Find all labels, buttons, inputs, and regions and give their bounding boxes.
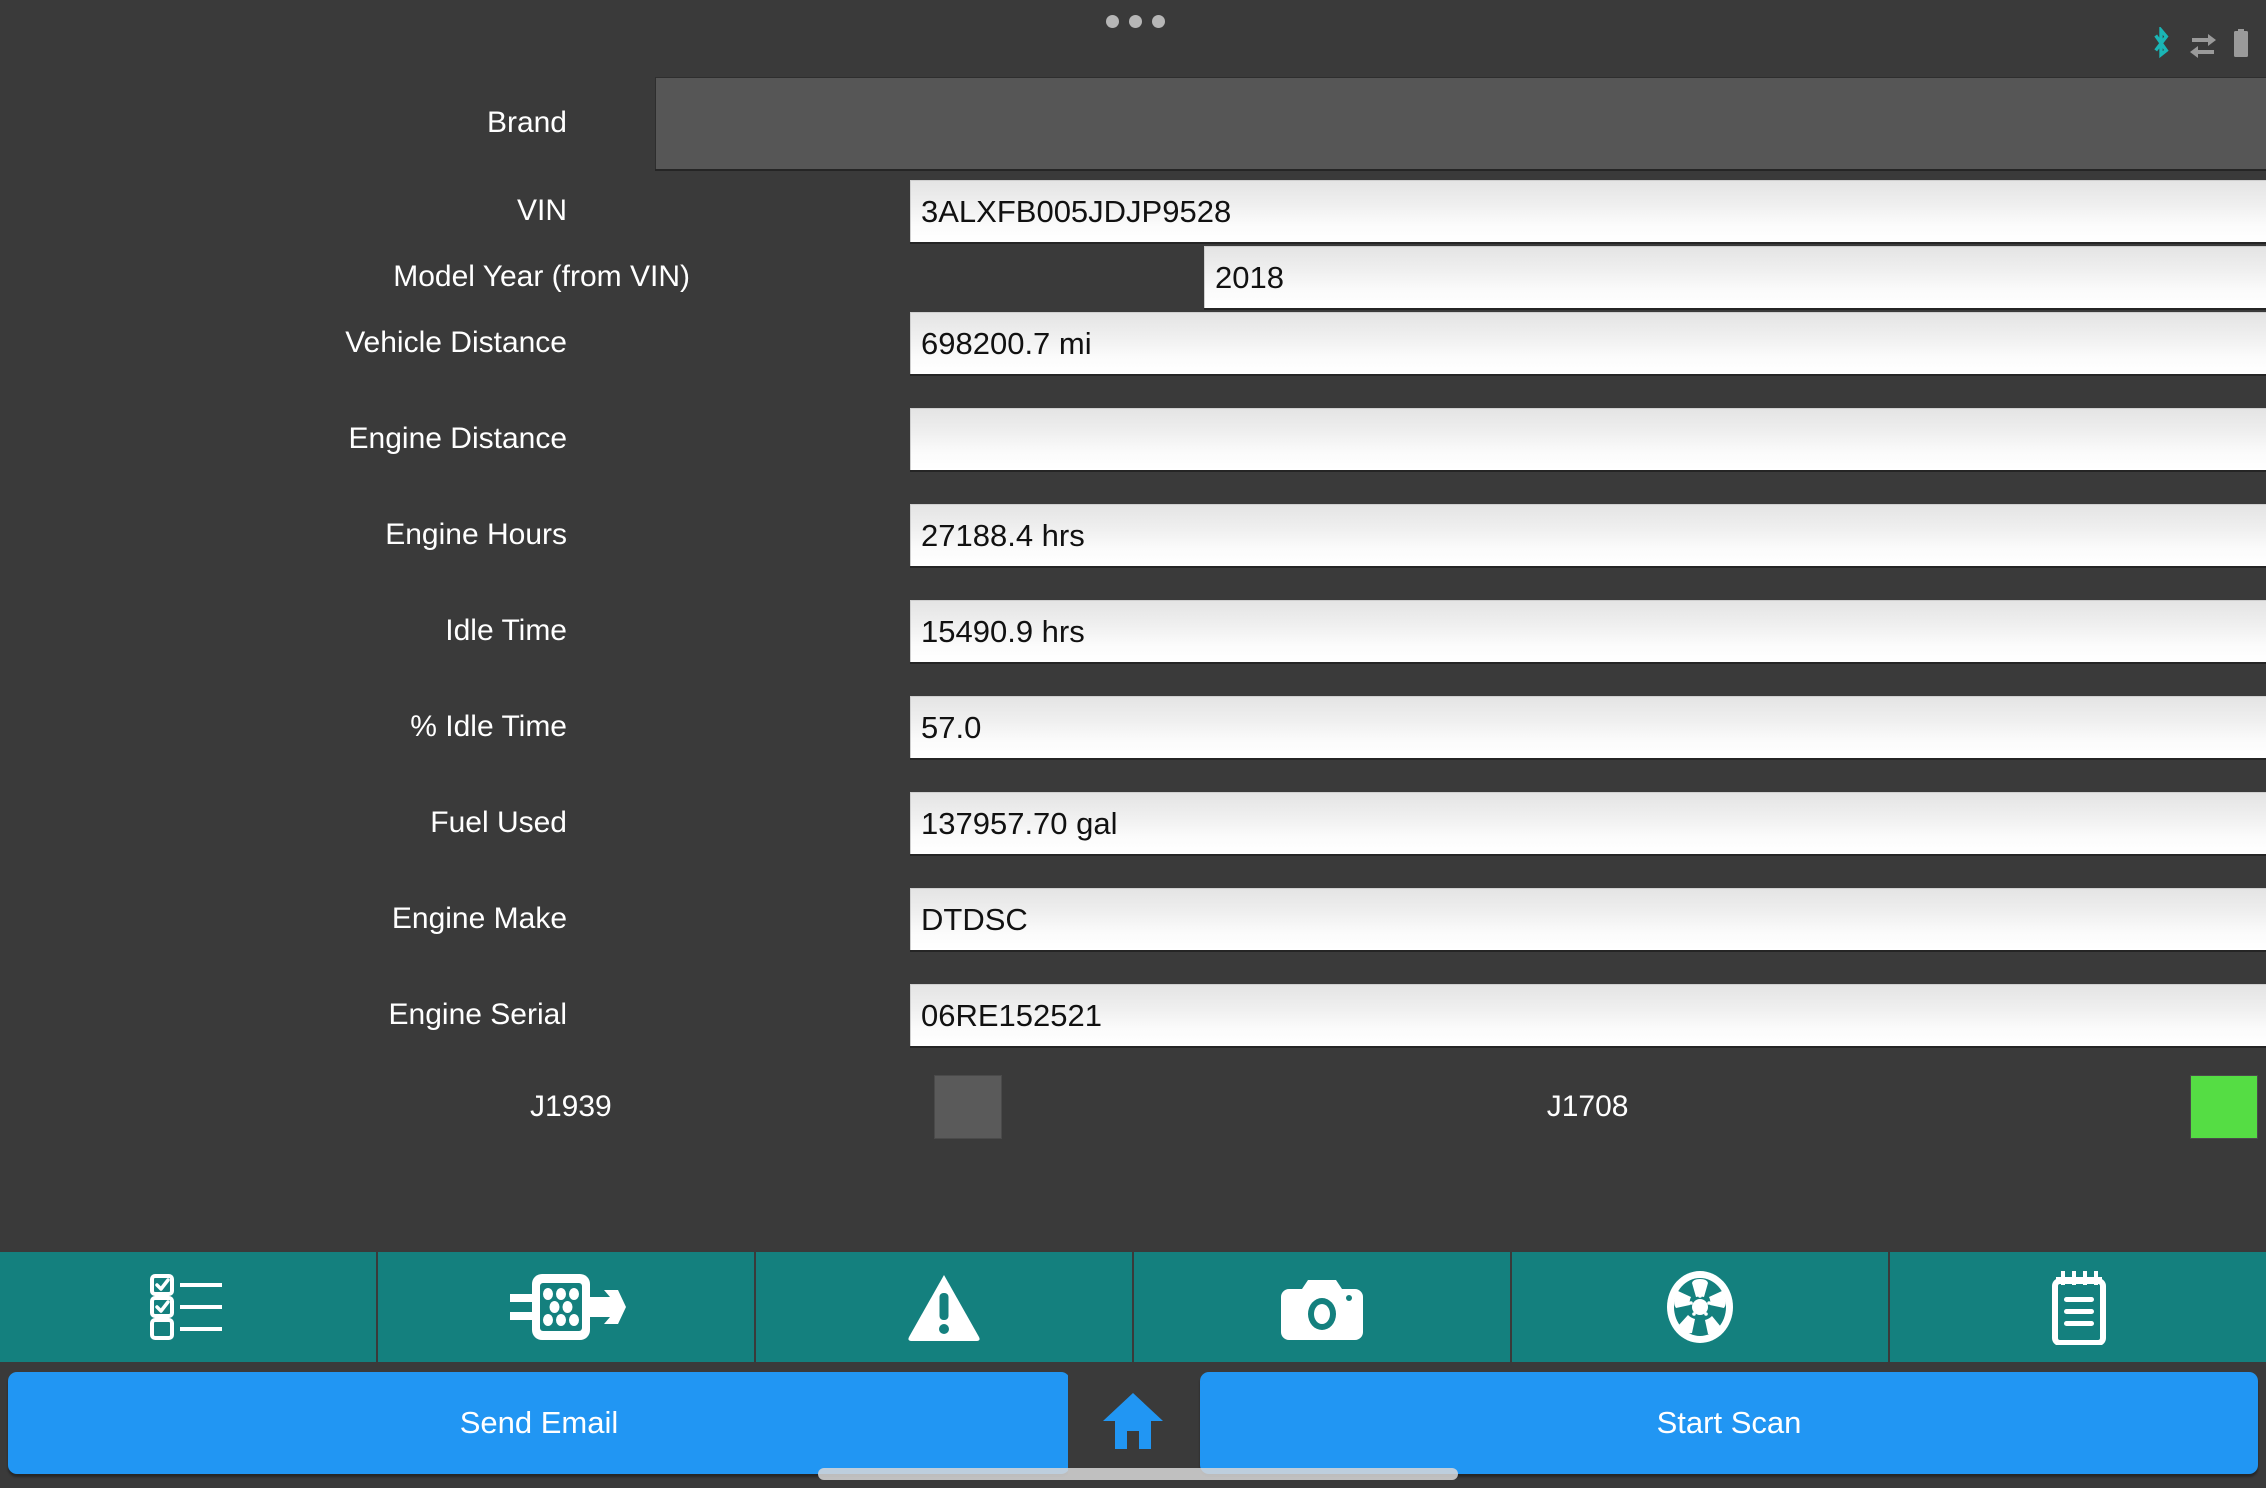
- status-bar: [0, 0, 2266, 68]
- protocol-indicator-j1708[interactable]: [2190, 1075, 2258, 1139]
- action-bar: Send Email Start Scan: [0, 1362, 2266, 1488]
- home-button[interactable]: [1068, 1372, 1198, 1474]
- label-model-year: Model Year (from VIN): [393, 260, 690, 293]
- fuel-used-input[interactable]: 137957.70 gal: [910, 792, 2266, 854]
- send-email-button[interactable]: Send Email: [8, 1372, 1070, 1474]
- system-navigation-bar[interactable]: [818, 1468, 1458, 1480]
- field-row-vin: VIN 3ALXFB005JDJP9528: [0, 178, 2266, 244]
- idle-time-input[interactable]: 15490.9 hrs: [910, 600, 2266, 662]
- checklist-icon: [148, 1272, 228, 1342]
- bluetooth-icon: [2148, 27, 2174, 61]
- field-row-model-year: Model Year (from VIN) 2018: [0, 244, 2266, 310]
- label-vehicle-distance: Vehicle Distance: [345, 326, 567, 359]
- label-percent-idle-time: % Idle Time: [410, 710, 567, 743]
- vin-input[interactable]: 3ALXFB005JDJP9528: [910, 180, 2266, 242]
- field-row-percent-idle-time: % Idle Time 57.0: [0, 694, 2266, 760]
- protocol-label-j1708: J1708: [1546, 1090, 1629, 1123]
- field-row-engine-distance: Engine Distance: [0, 406, 2266, 472]
- field-row-vehicle-distance: Vehicle Distance 698200.7 mi: [0, 310, 2266, 376]
- battery-icon: [2232, 29, 2250, 59]
- wheel-icon: [1665, 1269, 1735, 1345]
- dot-3: [1152, 15, 1165, 28]
- label-idle-time: Idle Time: [445, 614, 567, 647]
- data-transfer-icon: [2188, 29, 2218, 59]
- app-root: Brand VIN 3ALXFB005JDJP9528 Model Year (…: [0, 0, 2266, 1488]
- field-row-idle-time: Idle Time 15490.9 hrs: [0, 598, 2266, 664]
- toolbar-item-checklist[interactable]: [0, 1252, 378, 1362]
- dot-1: [1106, 15, 1119, 28]
- label-engine-make: Engine Make: [391, 902, 567, 935]
- label-engine-distance: Engine Distance: [348, 422, 567, 455]
- toolbar-item-connector[interactable]: [378, 1252, 756, 1362]
- label-engine-hours: Engine Hours: [385, 518, 567, 551]
- dot-2: [1129, 15, 1142, 28]
- vehicle-distance-input[interactable]: 698200.7 mi: [910, 312, 2266, 374]
- vehicle-info-form: Brand VIN 3ALXFB005JDJP9528 Model Year (…: [0, 68, 2266, 1243]
- bottom-toolbar: [0, 1252, 2266, 1362]
- field-row-engine-hours: Engine Hours 27188.4 hrs: [0, 502, 2266, 568]
- protocol-indicator-j1939[interactable]: [933, 1075, 1002, 1139]
- toolbar-item-camera[interactable]: [1134, 1252, 1512, 1362]
- engine-serial-input[interactable]: 06RE152521: [910, 984, 2266, 1046]
- protocol-status-row: J1939 J1708: [0, 1070, 2266, 1144]
- percent-idle-time-input[interactable]: 57.0: [910, 696, 2266, 758]
- start-scan-button[interactable]: Start Scan: [1200, 1372, 2258, 1474]
- toolbar-item-warning[interactable]: [756, 1252, 1134, 1362]
- model-year-input[interactable]: 2018: [1204, 246, 2266, 308]
- engine-distance-input[interactable]: [910, 408, 2266, 470]
- label-engine-serial: Engine Serial: [388, 998, 567, 1031]
- field-row-brand: Brand: [0, 68, 2266, 178]
- engine-make-input[interactable]: DTDSC: [910, 888, 2266, 950]
- field-row-fuel-used: Fuel Used 137957.70 gal: [0, 790, 2266, 856]
- camera-icon: [1281, 1274, 1363, 1340]
- label-vin: VIN: [516, 194, 567, 227]
- field-row-engine-make: Engine Make DTDSC: [0, 886, 2266, 952]
- brand-input[interactable]: [655, 77, 2266, 169]
- field-row-engine-serial: Engine Serial 06RE152521: [0, 982, 2266, 1048]
- home-icon: [1101, 1391, 1165, 1456]
- engine-hours-input[interactable]: 27188.4 hrs: [910, 504, 2266, 566]
- notepad-icon: [2047, 1269, 2109, 1345]
- protocol-label-j1939: J1939: [530, 1090, 612, 1123]
- warning-triangle-icon: [907, 1273, 981, 1341]
- label-brand: Brand: [486, 106, 567, 139]
- system-icons: [2148, 27, 2250, 61]
- label-fuel-used: Fuel Used: [430, 806, 567, 839]
- connector-plug-icon: [506, 1270, 626, 1344]
- toolbar-item-notepad[interactable]: [1890, 1252, 2266, 1362]
- notification-dots: [1106, 15, 1165, 28]
- toolbar-item-wheel[interactable]: [1512, 1252, 1890, 1362]
